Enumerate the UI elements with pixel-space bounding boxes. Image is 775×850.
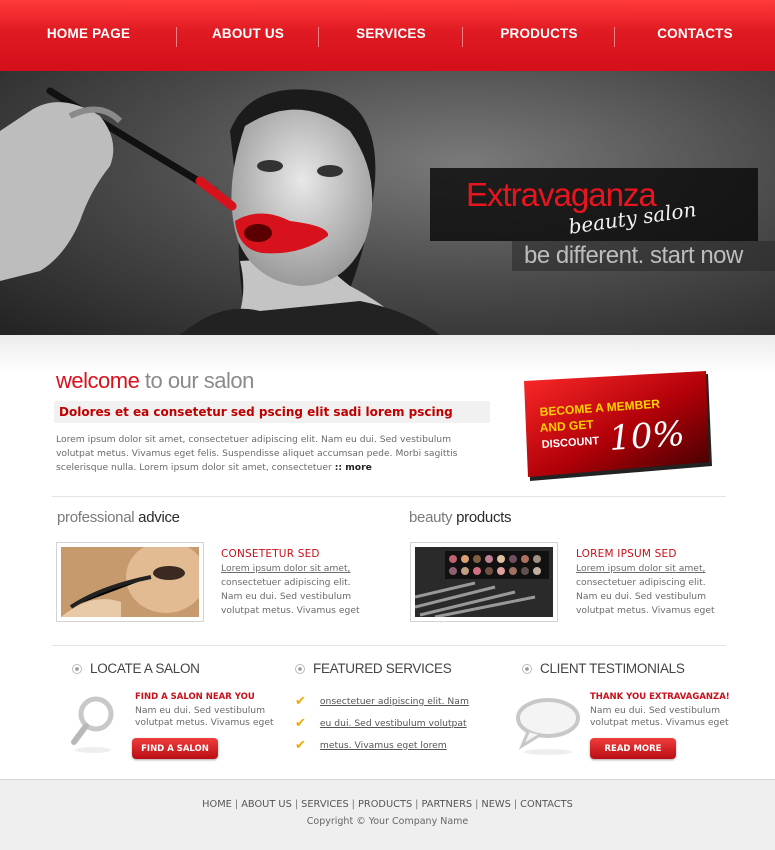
list-item: ✔ metus. Vivamus eget lorem [295, 734, 469, 756]
advice-link[interactable]: Lorem ipsum dolor sit amet, [221, 563, 350, 574]
footer-link-services[interactable]: SERVICES [301, 799, 349, 810]
advice-title: professional advice [57, 509, 180, 526]
featured-link[interactable]: onsectetuer adipiscing elit. Nam [320, 696, 469, 707]
products-title: beauty products [409, 509, 512, 526]
featured-link[interactable]: metus. Vivamus eget lorem [320, 740, 447, 751]
footer-separator: | [513, 799, 518, 810]
footer-link-partners[interactable]: PARTNERS [421, 799, 472, 810]
welcome-title-rest: to our salon [139, 368, 254, 393]
welcome-subtitle: Dolores et ea consetetur sed pscing elit… [59, 405, 453, 419]
locate-text: Nam eu dui. Sed vestibulum volutpat metu… [135, 705, 274, 728]
products-title-bold: products [456, 509, 512, 526]
nav-home-label: HOME PAGE [46, 26, 131, 41]
welcome-title-accent: welcome [56, 368, 140, 393]
divider [52, 645, 726, 646]
featured-title-text: FEATURED SERVICES [313, 661, 452, 676]
products-heading: LOREM IPSUM SED [576, 548, 677, 560]
brand-panel: Extravaganza beauty salon [430, 168, 758, 241]
testimonials-title-text: CLIENT TESTIMONIALS [540, 661, 685, 676]
nav-about-label: ABOUT US [211, 26, 285, 41]
find-salon-button[interactable]: FIND A SALON [132, 738, 218, 759]
locate-title: LOCATE A SALON [72, 661, 200, 676]
divider [52, 496, 726, 497]
welcome-text: Lorem ipsum dolor sit amet, consectetuer… [56, 433, 481, 475]
read-more-button[interactable]: READ MORE [590, 738, 676, 759]
checkmark-icon: ✔ [295, 737, 306, 753]
slogan-panel: be different. start now [512, 241, 775, 271]
featured-title: FEATURED SERVICES [295, 661, 452, 676]
advice-heading: CONSETETUR SED [221, 548, 320, 560]
products-text: Lorem ipsum dolor sit amet, consectetuer… [576, 562, 716, 618]
footer-links: HOME | ABOUT US | SERVICES | PRODUCTS | PARTNERS… [0, 799, 775, 810]
nav-products[interactable]: PRODUCTS [463, 0, 615, 71]
copyright: Copyright © Your Company Name [306, 816, 469, 827]
testimonials-title: CLIENT TESTIMONIALS [522, 661, 685, 676]
welcome-title: welcome to our salon [56, 368, 254, 394]
nav-services-label: SERVICES [356, 26, 426, 41]
nav-about[interactable]: ABOUT US [177, 0, 319, 71]
advice-title-light: professional [57, 509, 139, 526]
testimonials-text: Nam eu dui. Sed vestibulum volutpat metu… [590, 705, 729, 728]
testimonials-heading: THANK YOU EXTRAVAGANZA! [590, 692, 730, 702]
nav-contacts-label: CONTACTS [657, 26, 733, 41]
makeup-palette-image [415, 547, 553, 617]
advice-thumbnail[interactable] [56, 542, 204, 622]
products-link[interactable]: Lorem ipsum dolor sit amet, [576, 563, 705, 574]
footer-separator: | [234, 799, 239, 810]
welcome-body: Lorem ipsum dolor sit amet, consectetuer… [56, 434, 458, 473]
slogan-text: be different. start now [524, 242, 743, 269]
more-link[interactable]: :: more [335, 462, 372, 473]
products-body: consectetuer adipiscing elit. Nam eu dui… [576, 577, 715, 616]
hero-model-image [0, 87, 440, 335]
checkmark-icon: ✔ [295, 693, 306, 709]
footer-link-contacts[interactable]: CONTACTS [520, 799, 573, 810]
footer-link-news[interactable]: NEWS [481, 799, 510, 810]
speech-bubble-icon [516, 698, 580, 755]
footer-separator: | [351, 799, 355, 810]
footer: HOME | ABOUT US | SERVICES | PRODUCTS | PARTNERS… [0, 779, 775, 850]
advice-title-bold: advice [138, 509, 180, 526]
featured-link[interactable]: eu dui. Sed vestibulum volutpat [320, 718, 467, 729]
bullet-icon [72, 663, 82, 674]
list-item: ✔ onsectetuer adipiscing elit. Nam [295, 690, 469, 712]
makeup-eye-image [61, 547, 199, 617]
footer-separator: | [475, 799, 479, 810]
advice-text: Lorem ipsum dolor sit amet, consectetuer… [221, 562, 361, 618]
checkmark-icon: ✔ [295, 715, 306, 731]
footer-link-home[interactable]: HOME [202, 799, 232, 810]
list-item: ✔ eu dui. Sed vestibulum volutpat [295, 712, 469, 734]
locate-heading: FIND A SALON NEAR YOU [135, 692, 255, 702]
footer-separator: | [294, 799, 299, 810]
member-discount-banner[interactable]: BECOME A MEMBER AND GET DISCOUNT 10% [522, 370, 712, 481]
bullet-icon [295, 663, 305, 674]
nav-contacts[interactable]: CONTACTS [615, 0, 775, 71]
locate-title-text: LOCATE A SALON [90, 661, 200, 676]
nav-products-label: PRODUCTS [500, 26, 578, 41]
bullet-icon [522, 663, 532, 674]
products-title-light: beauty [409, 509, 457, 526]
advice-body: consectetuer adipiscing elit. Nam eu dui… [221, 577, 360, 616]
featured-list: ✔ onsectetuer adipiscing elit. Nam ✔ eu du… [295, 690, 469, 756]
nav-home[interactable]: HOME PAGE [0, 0, 177, 71]
products-thumbnail[interactable] [410, 542, 558, 622]
nav-services[interactable]: SERVICES [319, 0, 463, 71]
main-nav: HOME PAGE ABOUT US SERVICES PRODUCTS CON… [0, 0, 775, 71]
footer-link-about[interactable]: ABOUT US [241, 799, 292, 810]
magnifier-icon [71, 696, 114, 753]
promo-percent: 10% [608, 414, 686, 459]
footer-link-products[interactable]: PRODUCTS [358, 799, 412, 810]
welcome-subtitle-bar: Dolores et ea consetetur sed pscing elit… [54, 401, 490, 423]
hero-banner: Extravaganza beauty salon be different. … [0, 71, 775, 335]
